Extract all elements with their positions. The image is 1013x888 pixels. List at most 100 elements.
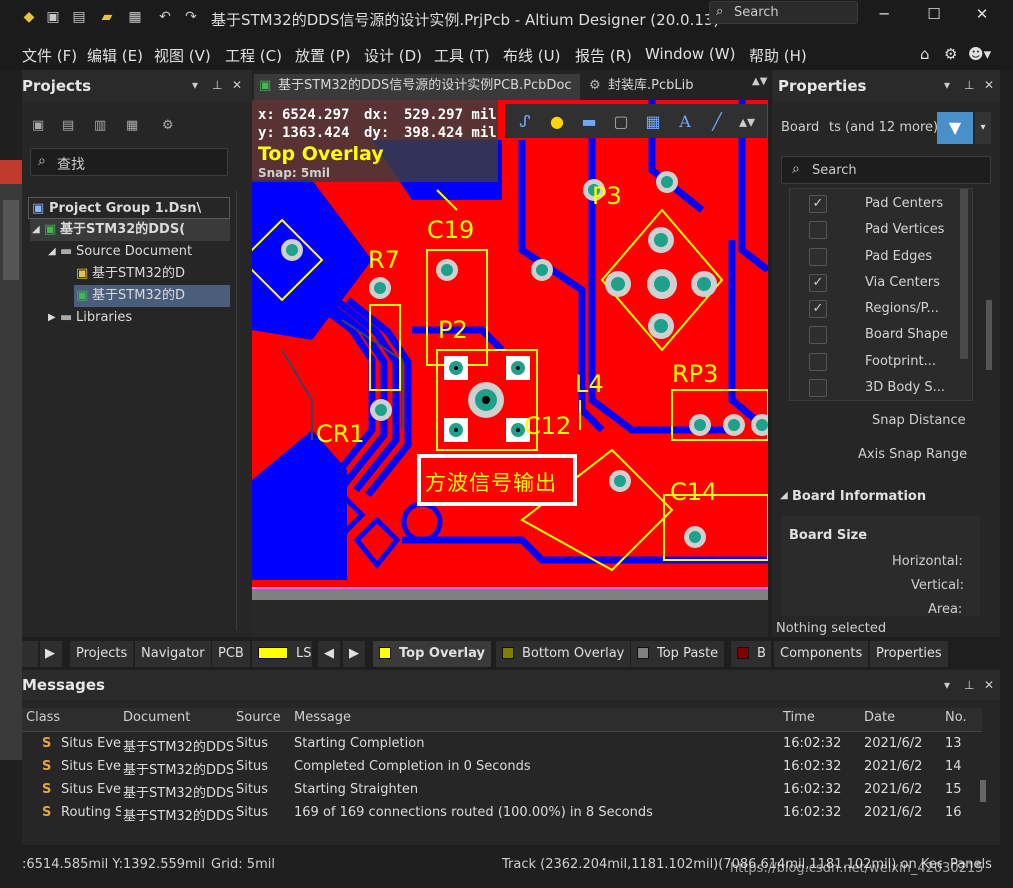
collapse-arrow-icon[interactable]: ◢ [48,241,56,263]
column-time[interactable]: Time [783,710,815,725]
checkbox-via-centers[interactable]: ✓ [809,274,827,292]
layer-tab-bottom-overlay[interactable]: Bottom Overlay [496,641,631,667]
menu-window[interactable]: Window (W) [645,45,735,63]
checkbox-regions[interactable]: ✓ [809,300,827,318]
panel-scrollbar[interactable] [986,300,992,370]
home-icon[interactable]: ⌂ [920,45,930,63]
tab-pcblib[interactable]: ⚙ 封装库.PcbLib [584,74,744,100]
expand-arrow-icon[interactable]: ▶ [48,307,56,329]
checkbox-pad-centers[interactable]: ✓ [809,195,827,213]
interactive-routing-icon[interactable]: ᔑ [515,112,535,132]
menu-tools[interactable]: 工具 (T) [434,45,490,66]
minimize-button[interactable]: ─ [864,2,904,26]
menu-file[interactable]: 文件 (F) [22,45,77,66]
place-component-icon[interactable]: ▬ [579,112,599,132]
undo-icon[interactable]: ↶ [156,8,174,26]
global-search-input[interactable]: ⌕ Search [709,1,858,24]
save-all-icon[interactable]: ▤ [70,8,88,26]
pcb-canvas[interactable]: C19 R7 P2 L4 RP3 CR1 C12 C14 P3 x: 6524.… [252,100,768,600]
place-text-icon[interactable]: A [675,112,695,132]
save-icon[interactable]: ▣ [44,8,62,26]
tree-item-libraries[interactable]: ▶ ▬ Libraries [46,307,230,329]
maximize-button[interactable]: ☐ [914,2,954,26]
collapse-arrow-icon[interactable]: ◢ [780,490,788,501]
pin-icon[interactable]: ⊥ [964,78,974,92]
user-icon[interactable]: ☻▾ [968,45,991,63]
menu-view[interactable]: 视图 (V) [154,45,211,66]
messages-scrollbar[interactable] [980,780,986,802]
scroll-right-icon[interactable]: ▶ [40,641,62,667]
tab-pcb[interactable]: PCB [212,641,250,667]
panel-close-icon[interactable]: ✕ [984,678,994,692]
menu-design[interactable]: 设计 (D) [364,45,422,66]
layer-prev-icon[interactable]: ◀ [318,641,340,667]
column-document[interactable]: Document [123,710,190,725]
tree-item-pcb-doc[interactable]: ▣ 基于STM32的D [74,285,230,307]
panel-menu-icon[interactable]: ▾ [944,78,950,92]
open-folder-icon[interactable]: ▰ [98,8,116,26]
tree-item-source-documents[interactable]: ◢ ▬ Source Document [46,241,230,263]
place-line-icon[interactable]: ╱ [707,112,727,132]
column-no[interactable]: No. [945,710,967,725]
panel-menu-icon[interactable]: ▾ [192,78,198,92]
place-pad-icon[interactable]: ● [547,112,567,132]
list-scrollbar[interactable] [960,189,968,359]
layer-set-selector[interactable]: LS [252,641,312,667]
column-source[interactable]: Source [236,710,281,725]
layer-tab-bottom[interactable]: B [731,641,771,667]
pin-icon[interactable]: ⊥ [964,678,974,692]
collapse-arrow-icon[interactable]: ◢ [32,219,40,241]
tree-item-project[interactable]: ◢ ▣ 基于STM32的DDS( [30,219,230,241]
column-class[interactable]: Class [26,710,60,725]
layer-tab-top-paste[interactable]: Top Paste [631,641,725,667]
place-dimension-icon[interactable]: ▦ [643,112,663,132]
column-message[interactable]: Message [294,710,351,725]
settings-icon[interactable]: ⚙ [162,118,174,133]
tab-components[interactable]: Components [774,641,869,667]
menu-place[interactable]: 放置 (P) [295,45,351,66]
menu-route[interactable]: 布线 (U) [503,45,560,66]
tree-item-project-group[interactable]: ▣ Project Group 1.Dsn\ [28,197,230,219]
message-row[interactable]: S Situs Ever 基于STM32的DDS Situs Starting … [22,779,982,802]
menu-reports[interactable]: 报告 (R) [575,45,632,66]
menu-project[interactable]: 工程 (C) [225,45,282,66]
menu-edit[interactable]: 编辑 (E) [87,45,143,66]
compile-icon[interactable]: ▦ [126,118,138,133]
column-date[interactable]: Date [864,710,895,725]
layer-next-icon[interactable]: ▶ [343,641,365,667]
checkbox-footprint[interactable] [809,353,827,371]
message-row[interactable]: S Routing S 基于STM32的DDS Situs 169 of 169… [22,802,982,825]
panel-close-icon[interactable]: ✕ [984,78,994,92]
close-button[interactable]: ✕ [962,2,1002,26]
projects-search-input[interactable]: ⌕ 查找 [30,148,228,176]
layer-tab-top-overlay[interactable]: Top Overlay [373,641,491,667]
checkbox-pad-vertices[interactable] [809,221,827,239]
tab-pcb-doc[interactable]: ▣ 基于STM32的DDS信号源的设计实例PCB.PcbDoc [254,74,580,100]
tab-projects[interactable]: Projects [70,641,134,667]
save-all-project-icon[interactable]: ▤ [62,118,74,133]
redo-icon[interactable]: ↷ [182,8,200,26]
place-region-icon[interactable]: ▢ [611,112,631,132]
open-document-icon[interactable]: ▦ [126,8,144,26]
filter-dropdown-icon[interactable]: ▾ [975,112,991,144]
filter-icon[interactable]: ▼ [937,112,973,144]
side-tab-components[interactable] [3,200,19,280]
menu-help[interactable]: 帮助 (H) [749,45,807,66]
tab-navigator[interactable]: Navigator [135,641,211,667]
tree-item-schematic[interactable]: ▣ 基于STM32的D [74,263,230,285]
checkbox-pad-edges[interactable] [809,248,827,266]
checkbox-board-shape[interactable] [809,326,827,344]
message-row[interactable]: S Situs Ever 基于STM32的DDS Situs Starting … [22,733,982,756]
panel-menu-icon[interactable]: ▾ [944,678,950,692]
save-project-icon[interactable]: ▣ [32,118,44,133]
tabs-overflow-icon[interactable]: ▲▼ [752,76,767,87]
gear-icon[interactable]: ⚙ [944,45,957,63]
scroll-left-icon[interactable] [22,641,38,667]
tab-properties[interactable]: Properties [870,641,948,667]
board-information-section[interactable]: ◢ Board Information [778,488,978,510]
properties-search-input[interactable]: ⌕ Search [781,156,991,184]
panel-close-icon[interactable]: ✕ [232,78,242,92]
message-row[interactable]: S Situs Ever 基于STM32的DDS Situs Completed… [22,756,982,779]
pin-icon[interactable]: ⊥ [212,78,222,92]
checkbox-3d-body[interactable] [809,379,827,397]
